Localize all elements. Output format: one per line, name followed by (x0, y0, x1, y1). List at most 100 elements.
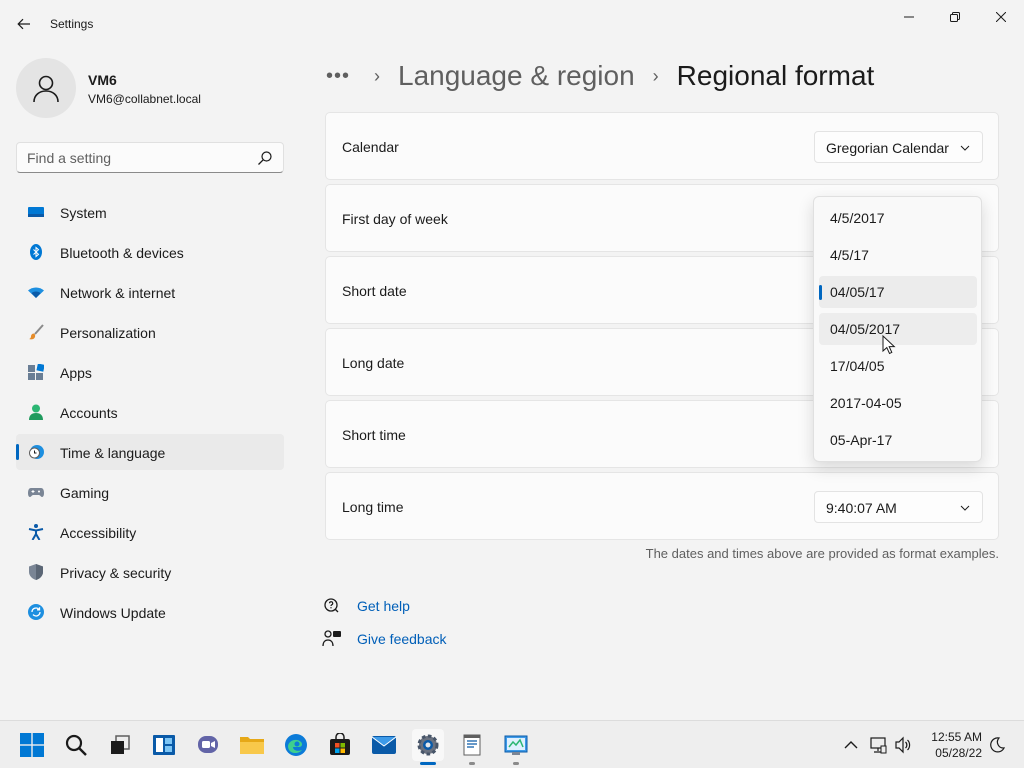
gamepad-icon (28, 488, 44, 497)
dropdown-value: Gregorian Calendar (826, 140, 949, 156)
store-icon (330, 733, 350, 755)
sidebar-item-privacy[interactable]: Privacy & security (16, 554, 284, 590)
restore-button[interactable] (932, 4, 978, 30)
get-help-link[interactable]: Get help (322, 595, 410, 617)
taskbar-search-button[interactable] (60, 729, 92, 761)
short-date-option[interactable]: 17/04/05 (819, 350, 977, 382)
breadcrumb-more-button[interactable]: ••• (326, 65, 356, 88)
sidebar-item-personalization[interactable]: Personalization (16, 314, 284, 350)
control-panel-icon (504, 735, 528, 755)
ethernet-icon (870, 737, 887, 754)
notifications-button[interactable] (987, 735, 1007, 755)
mail-button[interactable] (368, 729, 400, 761)
short-date-option[interactable]: 4/5/17 (819, 239, 977, 271)
sidebar-nav: System Bluetooth & devices Network & int… (16, 194, 284, 634)
avatar (16, 58, 76, 118)
sidebar-item-system[interactable]: System (16, 194, 284, 230)
calendar-dropdown[interactable]: Gregorian Calendar (814, 131, 983, 163)
minimize-button[interactable] (886, 4, 932, 30)
store-button[interactable] (324, 729, 356, 761)
user-email: VM6@collabnet.local (88, 92, 201, 106)
person-icon (29, 404, 43, 420)
apps-icon (28, 364, 44, 380)
feedback-icon (322, 630, 341, 647)
person-icon (33, 75, 59, 103)
volume-button[interactable] (893, 735, 913, 755)
page-title: Regional format (676, 60, 875, 91)
short-date-option[interactable]: 2017-04-05 (819, 387, 977, 419)
dropdown-value: 9:40:07 AM (826, 500, 897, 516)
clock-date: 05/28/22 (935, 746, 982, 760)
task-view-button[interactable] (104, 729, 136, 761)
edge-browser-button[interactable] (280, 729, 312, 761)
sidebar-item-bluetooth[interactable]: Bluetooth & devices (16, 234, 284, 270)
sidebar-item-network[interactable]: Network & internet (16, 274, 284, 310)
short-date-option[interactable]: 05-Apr-17 (819, 424, 977, 456)
file-explorer-button[interactable] (236, 729, 268, 761)
speaker-icon (895, 736, 911, 754)
chat-icon (198, 736, 218, 753)
document-icon (463, 734, 481, 756)
long-time-dropdown[interactable]: 9:40:07 AM (814, 491, 983, 523)
short-date-option[interactable]: 4/5/2017 (819, 202, 977, 234)
clock-time: 12:55 AM (931, 730, 982, 744)
mail-icon (371, 736, 397, 754)
monitor-icon (28, 207, 44, 217)
start-button[interactable] (16, 729, 48, 761)
breadcrumb: ••• › Language & region › Regional forma… (326, 56, 874, 96)
notepad-button[interactable] (456, 729, 488, 765)
sidebar-item-windows-update[interactable]: Windows Update (16, 594, 284, 630)
chevron-right-icon: › (374, 65, 380, 86)
teams-chat-button[interactable] (192, 729, 224, 761)
close-icon (996, 12, 1006, 22)
give-feedback-link[interactable]: Give feedback (322, 628, 447, 650)
edge-icon (285, 734, 307, 756)
close-button[interactable] (978, 4, 1024, 30)
bluetooth-icon (30, 244, 42, 260)
taskbar: 12:55 AM 05/28/22 (0, 720, 1024, 768)
short-date-option-hovered[interactable]: 04/05/2017 (819, 313, 977, 345)
search-icon (65, 734, 87, 756)
task-view-icon (111, 735, 130, 754)
search-input[interactable] (17, 143, 253, 172)
title-bar: Settings (0, 0, 1024, 48)
sidebar-item-gaming[interactable]: Gaming (16, 474, 284, 510)
setting-label: Short date (342, 283, 407, 299)
network-status-button[interactable] (868, 735, 888, 755)
short-date-option-selected[interactable]: 04/05/17 (819, 276, 977, 308)
back-button[interactable] (10, 12, 38, 36)
get-help-label: Get help (357, 598, 410, 614)
taskbar-clock[interactable]: 12:55 AM 05/28/22 (920, 729, 982, 761)
setting-label: Short time (342, 427, 406, 443)
back-arrow-icon (17, 18, 30, 30)
app-title: Settings (50, 17, 94, 31)
chevron-right-icon: › (652, 65, 659, 86)
search-icon[interactable] (257, 150, 273, 166)
gear-icon (417, 734, 439, 756)
sidebar-item-accessibility[interactable]: Accessibility (16, 514, 284, 550)
format-examples-note: The dates and times above are provided a… (645, 546, 999, 561)
short-date-dropdown-menu: 4/5/2017 4/5/17 04/05/17 04/05/2017 17/0… (813, 196, 982, 462)
settings-app-button[interactable] (412, 729, 444, 765)
widgets-icon (153, 735, 175, 755)
sidebar-item-apps[interactable]: Apps (16, 354, 284, 390)
sidebar-item-time-language[interactable]: Time & language (16, 434, 284, 470)
update-icon (28, 604, 44, 620)
user-profile[interactable]: VM6 VM6@collabnet.local (16, 58, 286, 118)
accessibility-icon (28, 524, 44, 540)
mouse-cursor-icon (882, 335, 896, 355)
sidebar-item-accounts[interactable]: Accounts (16, 394, 284, 430)
breadcrumb-parent-link[interactable]: Language & region (398, 60, 635, 92)
search-box (16, 142, 284, 173)
control-panel-button[interactable] (500, 729, 532, 765)
setting-label: Long date (342, 355, 405, 371)
chevron-up-icon (844, 741, 858, 749)
restore-icon (950, 12, 960, 22)
widgets-button[interactable] (148, 729, 180, 761)
paintbrush-icon (29, 324, 44, 340)
windows-logo-icon (20, 733, 44, 757)
show-hidden-icons-button[interactable] (841, 735, 861, 755)
chevron-down-icon (960, 145, 970, 151)
setting-calendar: Calendar Gregorian Calendar (325, 112, 999, 180)
moon-icon (990, 737, 1005, 753)
